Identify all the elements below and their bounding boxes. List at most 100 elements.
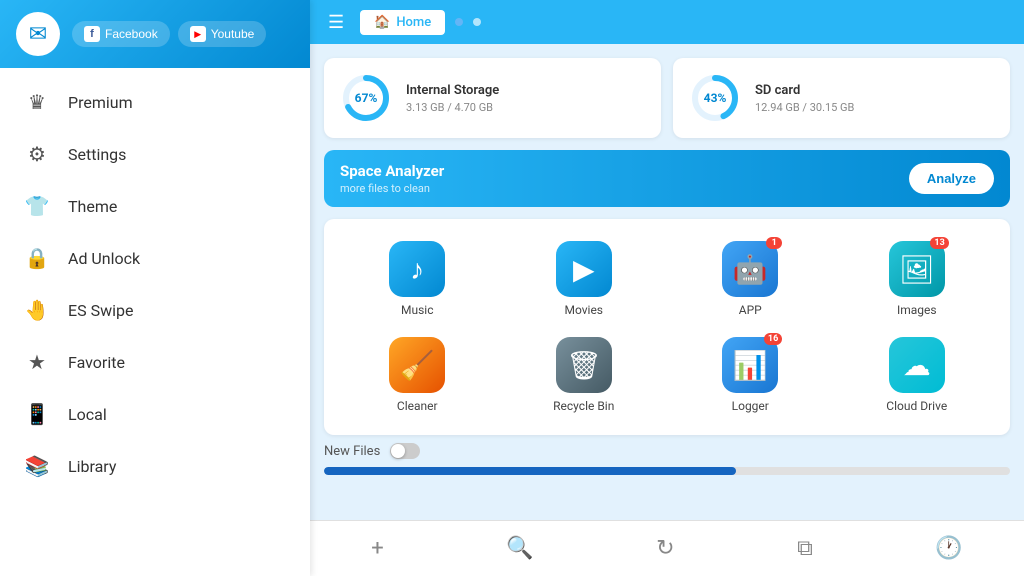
movies-icon: ▶ (573, 253, 595, 286)
sd-card[interactable]: 43% SD card 12.94 GB / 30.15 GB (673, 58, 1010, 138)
sidebar-item-library[interactable]: 📚 Library (0, 440, 310, 492)
app-label: APP (739, 303, 762, 317)
sidebar-item-settings[interactable]: ⚙ Settings (0, 128, 310, 180)
internal-donut: 67% (340, 72, 392, 124)
favorite-icon: ★ (24, 350, 50, 374)
app-icon-cloud-drive[interactable]: ☁ Cloud Drive (834, 327, 1001, 423)
social-buttons: f Facebook ▶ Youtube (72, 21, 266, 47)
internal-percent: 67% (355, 91, 378, 105)
music-icon: ♪ (410, 253, 424, 286)
nav-files[interactable]: ⧉ (781, 530, 829, 567)
cleaner-icon: 🧹 (400, 349, 435, 382)
app-icon-box: 🤖 1 (722, 241, 778, 297)
app-icon-movies[interactable]: ▶ Movies (501, 231, 668, 327)
logger-label: Logger (732, 399, 769, 413)
theme-label: Theme (68, 197, 117, 216)
music-label: Music (401, 303, 433, 317)
analyzer-title: Space Analyzer (340, 162, 444, 180)
favorite-label: Favorite (68, 353, 125, 372)
sidebar-menu: ♛ Premium ⚙ Settings 👕 Theme 🔒 Ad Unlock… (0, 68, 310, 576)
logger-badge: 16 (764, 333, 782, 345)
app-icon-app[interactable]: 🤖 1 APP (667, 231, 834, 327)
nav-search[interactable]: 🔍 (490, 530, 549, 567)
sd-info: SD card 12.94 GB / 30.15 GB (755, 83, 854, 114)
premium-icon: ♛ (24, 90, 50, 114)
local-label: Local (68, 405, 107, 424)
local-icon: 📱 (24, 402, 50, 426)
cloud-drive-icon-box: ☁ (889, 337, 945, 393)
app-icon-music[interactable]: ♪ Music (334, 231, 501, 327)
sd-label: SD card (755, 83, 854, 98)
images-icon-box: 🖼 13 (889, 241, 945, 297)
movies-icon-box: ▶ (556, 241, 612, 297)
theme-icon: 👕 (24, 194, 50, 218)
new-files-section: New Files (310, 435, 1024, 459)
app-icon-logger[interactable]: 📊 16 Logger (667, 327, 834, 423)
app-icon: 🤖 (733, 253, 768, 286)
app-icon-recycle-bin[interactable]: 🗑 Recycle Bin (501, 327, 668, 423)
settings-label: Settings (68, 145, 126, 164)
sidebar-item-ad-unlock[interactable]: 🔒 Ad Unlock (0, 232, 310, 284)
hamburger-icon[interactable]: ☰ (322, 8, 350, 37)
nav-refresh[interactable]: ↻ (640, 530, 690, 567)
tab-dot-2 (473, 18, 481, 26)
internal-storage-card[interactable]: 67% Internal Storage 3.13 GB / 4.70 GB (324, 58, 661, 138)
internal-info: Internal Storage 3.13 GB / 4.70 GB (406, 83, 499, 114)
es-swipe-label: ES Swipe (68, 301, 133, 320)
home-label: Home (396, 15, 431, 30)
analyze-button[interactable]: Analyze (909, 163, 994, 194)
refresh-icon: ↻ (656, 536, 674, 561)
logger-icon: 📊 (733, 349, 768, 382)
tab-dot-1 (455, 18, 463, 26)
progress-bar-fill (324, 467, 736, 475)
facebook-icon: f (84, 26, 100, 42)
nav-add[interactable]: + (355, 530, 399, 567)
facebook-label: Facebook (105, 27, 158, 41)
app-badge: 1 (766, 237, 782, 249)
premium-label: Premium (68, 93, 133, 112)
es-swipe-icon: 🤚 (24, 298, 50, 322)
sidebar-item-es-swipe[interactable]: 🤚 ES Swipe (0, 284, 310, 336)
internal-label: Internal Storage (406, 83, 499, 98)
new-files-toggle[interactable] (390, 443, 420, 459)
topbar: ☰ 🏠 Home (310, 0, 1024, 44)
ad-unlock-icon: 🔒 (24, 246, 50, 270)
library-icon: 📚 (24, 454, 50, 478)
sidebar-header: ✉ f Facebook ▶ Youtube (0, 0, 310, 68)
cloud-drive-icon: ☁ (903, 349, 931, 382)
recycle-bin-icon: 🗑 (566, 349, 602, 382)
sidebar: ✉ f Facebook ▶ Youtube ♛ Premium ⚙ Setti… (0, 0, 310, 576)
nav-history[interactable]: 🕐 (919, 530, 978, 567)
sd-donut: 43% (689, 72, 741, 124)
search-icon: 🔍 (506, 536, 533, 561)
icons-grid: ♪ Music ▶ Movies 🤖 1 APP 🖼 13 Images 🧹 C… (324, 219, 1010, 435)
sidebar-item-theme[interactable]: 👕 Theme (0, 180, 310, 232)
app-icon-cleaner[interactable]: 🧹 Cleaner (334, 327, 501, 423)
recycle-bin-label: Recycle Bin (553, 399, 614, 413)
sd-used: 12.94 GB / 30.15 GB (755, 101, 854, 114)
history-icon: 🕐 (935, 536, 962, 561)
analyzer-text: Space Analyzer more files to clean (340, 162, 444, 195)
app-icon-images[interactable]: 🖼 13 Images (834, 231, 1001, 327)
facebook-button[interactable]: f Facebook (72, 21, 170, 47)
internal-used: 3.13 GB / 4.70 GB (406, 101, 499, 114)
sidebar-item-premium[interactable]: ♛ Premium (0, 76, 310, 128)
logger-icon-box: 📊 16 (722, 337, 778, 393)
cloud-drive-label: Cloud Drive (886, 399, 947, 413)
progress-bar-container (324, 467, 1010, 475)
ad-unlock-label: Ad Unlock (68, 249, 140, 268)
youtube-button[interactable]: ▶ Youtube (178, 21, 267, 47)
library-label: Library (68, 457, 116, 476)
images-label: Images (897, 303, 937, 317)
analyzer-subtitle: more files to clean (340, 182, 444, 195)
movies-label: Movies (564, 303, 603, 317)
sidebar-item-local[interactable]: 📱 Local (0, 388, 310, 440)
cleaner-label: Cleaner (397, 399, 438, 413)
files-icon: ⧉ (797, 536, 813, 561)
sidebar-item-favorite[interactable]: ★ Favorite (0, 336, 310, 388)
avatar: ✉ (16, 12, 60, 56)
new-files-label: New Files (324, 444, 380, 459)
tab-home[interactable]: 🏠 Home (360, 10, 445, 35)
youtube-label: Youtube (211, 27, 255, 41)
add-icon: + (371, 536, 383, 561)
